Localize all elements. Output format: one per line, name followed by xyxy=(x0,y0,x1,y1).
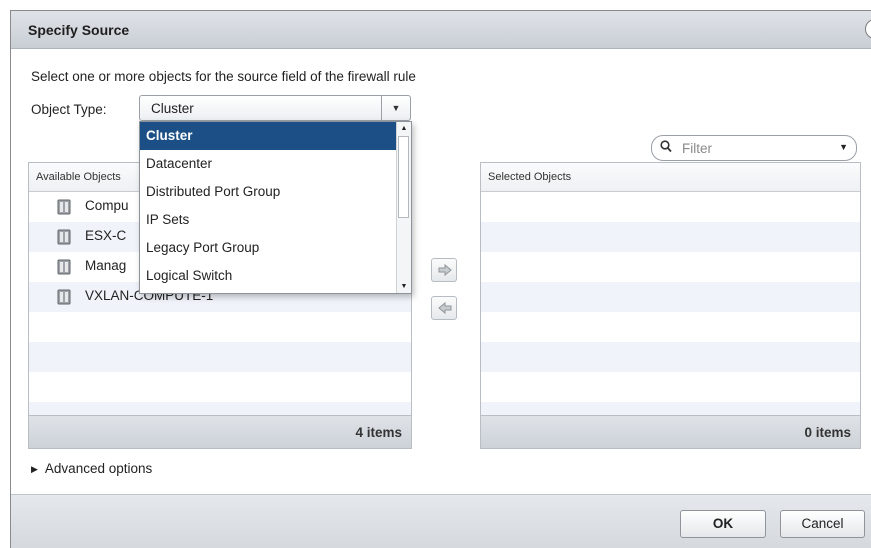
dropdown-option[interactable]: Cluster xyxy=(140,122,411,150)
empty-row xyxy=(29,342,411,372)
object-type-dropdown-list[interactable]: Cluster Datacenter Distributed Port Grou… xyxy=(139,121,412,294)
search-icon xyxy=(660,140,672,156)
selected-count: 0 items xyxy=(481,415,860,448)
filter-input[interactable]: Filter ▼ xyxy=(651,135,857,161)
dropdown-scrollbar[interactable]: ▲ ▼ xyxy=(396,122,411,293)
instruction-text: Select one or more objects for the sourc… xyxy=(31,69,416,84)
empty-row xyxy=(481,222,860,252)
empty-row xyxy=(481,312,860,342)
empty-row xyxy=(481,282,860,312)
scroll-up-icon[interactable]: ▲ xyxy=(397,122,411,135)
dropdown-option[interactable]: Logical Switch xyxy=(140,262,411,290)
object-type-label: Object Type: xyxy=(31,102,107,117)
list-item-label: ESX-C xyxy=(85,228,127,243)
advanced-options-label: Advanced options xyxy=(44,461,153,476)
object-type-value: Cluster xyxy=(151,101,194,116)
specify-source-dialog: Specify Source ? Select one or more obje… xyxy=(10,10,871,548)
empty-row xyxy=(29,312,411,342)
arrow-right-icon xyxy=(438,264,452,276)
cluster-icon xyxy=(57,229,71,245)
list-item-label: Manag xyxy=(85,258,127,273)
add-button[interactable] xyxy=(431,258,457,282)
selected-objects-panel: Selected Objects 0 items xyxy=(480,162,861,449)
list-item-label: Compu xyxy=(85,198,129,213)
dialog-footer: OK Cancel xyxy=(11,494,871,548)
dropdown-option[interactable]: Legacy Port Group xyxy=(140,234,411,262)
empty-row xyxy=(481,342,860,372)
available-count: 4 items xyxy=(29,415,411,448)
empty-row xyxy=(481,192,860,222)
cluster-icon xyxy=(57,199,71,215)
cluster-icon xyxy=(57,259,71,275)
ok-button[interactable]: OK xyxy=(680,510,766,538)
help-icon[interactable]: ? xyxy=(865,19,871,39)
selected-objects-list xyxy=(481,192,860,432)
dropdown-option[interactable]: Distributed Port Group xyxy=(140,178,411,206)
filter-placeholder: Filter xyxy=(682,141,712,156)
dropdown-option[interactable]: IP Sets xyxy=(140,206,411,234)
expand-triangle-icon: ▶ xyxy=(31,464,38,474)
chevron-down-icon[interactable]: ▼ xyxy=(839,142,848,152)
empty-row xyxy=(29,372,411,402)
scroll-down-icon[interactable]: ▼ xyxy=(397,280,411,293)
cluster-icon xyxy=(57,289,71,305)
dialog-titlebar: Specify Source ? xyxy=(11,11,871,49)
arrow-left-icon xyxy=(438,302,452,314)
object-type-select[interactable]: Cluster ▼ xyxy=(139,95,411,121)
dropdown-option[interactable]: Datacenter xyxy=(140,150,411,178)
scrollbar-thumb[interactable] xyxy=(398,136,409,218)
advanced-options-toggle[interactable]: ▶ Advanced options xyxy=(31,461,152,476)
empty-row xyxy=(481,252,860,282)
chevron-down-icon[interactable]: ▼ xyxy=(381,96,410,120)
selected-objects-header: Selected Objects xyxy=(481,163,860,192)
dialog-title: Specify Source xyxy=(28,22,130,38)
empty-row xyxy=(481,372,860,402)
cancel-button[interactable]: Cancel xyxy=(780,510,865,538)
remove-button[interactable] xyxy=(431,296,457,320)
